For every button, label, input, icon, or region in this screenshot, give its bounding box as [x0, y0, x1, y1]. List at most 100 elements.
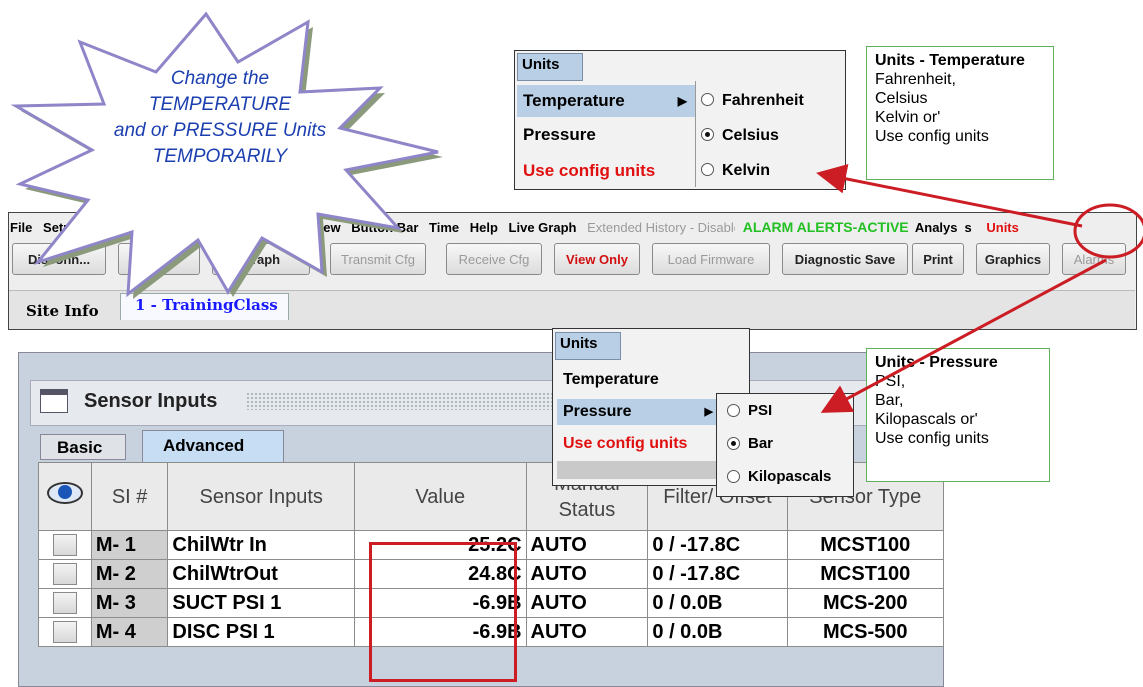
menu-analysis[interactable]: Analys s — [915, 220, 979, 235]
scan-button[interactable]: Scan — [118, 243, 200, 275]
menu-bottom-strip — [557, 461, 717, 479]
menu-item-label: Pressure — [563, 403, 632, 420]
menu-file[interactable]: File — [10, 220, 32, 235]
app-menubar: File Setup C Res ar W ce View Button Bar… — [10, 219, 1135, 241]
starburst-line: TEMPERATURE — [148, 94, 292, 115]
radio-label: PSI — [748, 402, 773, 419]
menu-help[interactable]: Help — [470, 220, 498, 235]
radio-label: Bar — [748, 435, 774, 452]
menu-item-use-config-units[interactable]: Use config units — [523, 161, 655, 181]
value-column-header[interactable]: Value — [354, 462, 527, 531]
radio-icon — [727, 469, 740, 483]
radio-psi[interactable]: PSI — [727, 402, 772, 419]
graphics-button[interactable]: Graphics — [976, 243, 1050, 275]
menu-setup[interactable]: Setup — [43, 220, 79, 235]
view-only-button[interactable]: View Only — [554, 243, 640, 275]
menu-item-pressure[interactable]: Pressure ▶ — [557, 399, 719, 425]
row-checkbox-cell — [38, 588, 92, 618]
callout-line: Use config units — [875, 128, 989, 145]
radio-celsius[interactable]: Celsius — [701, 127, 779, 145]
radio-selected-icon — [727, 436, 740, 450]
offset-cell: 0 / 0.0B — [647, 617, 788, 647]
callout-line: Bar, — [875, 392, 904, 409]
menu-item-use-config-units[interactable]: Use config units — [563, 435, 687, 453]
callout-line: Use config units — [875, 430, 989, 447]
radio-icon — [727, 403, 740, 417]
menu-view[interactable]: View — [311, 220, 340, 235]
radio-label: Celsius — [722, 127, 779, 144]
radio-kelvin[interactable]: Kelvin — [701, 162, 770, 180]
print-button[interactable]: Print — [912, 243, 964, 275]
transmit-cfg-button[interactable]: Transmit Cfg — [330, 243, 426, 275]
menu-item-temperature[interactable]: Temperature — [563, 371, 659, 389]
units-menu-title[interactable]: Units — [517, 53, 583, 81]
radio-kilopascals[interactable]: Kilopascals — [727, 468, 831, 485]
starburst-line: TEMPORARILY — [152, 146, 288, 167]
si-column-header[interactable]: SI # — [90, 462, 169, 531]
menu-ce[interactable]: ce — [289, 220, 303, 235]
row-checkbox[interactable] — [52, 621, 77, 644]
menu-analysis-label: Analys — [914, 220, 958, 235]
callout-line: PSI, — [875, 373, 906, 390]
menu-analysis-tail: s — [964, 220, 972, 235]
status-cell: AUTO — [525, 588, 649, 618]
menu-w[interactable]: W — [233, 220, 245, 235]
starburst-text: Change the TEMPERATURE and or PRESSURE U… — [70, 66, 370, 170]
menu-c[interactable]: C — [90, 220, 99, 235]
si-cell: M- 4 — [90, 617, 169, 647]
pressure-submenu: PSI Bar Kilopascals — [716, 393, 854, 497]
tab-basic[interactable]: Basic — [40, 434, 126, 460]
radio-fahrenheit[interactable]: Fahrenheit — [701, 92, 804, 110]
sensor-inputs-column-header[interactable]: Sensor Inputs — [167, 462, 356, 531]
value-column-highlight — [369, 542, 517, 682]
menu-res[interactable]: Res — [143, 220, 167, 235]
radio-selected-icon — [701, 128, 714, 142]
graph-button[interactable]: Graph — [212, 243, 310, 275]
units-menu-title[interactable]: Units — [555, 332, 621, 360]
sensor-name-cell: ChilWtrOut — [167, 559, 356, 589]
menu-live-graph[interactable]: Live Graph — [509, 220, 577, 235]
diagnostic-save-button[interactable]: Diagnostic Save — [782, 243, 908, 275]
starburst-line: and or PRESSURE Units — [113, 120, 327, 141]
receive-cfg-button[interactable]: Receive Cfg — [446, 243, 542, 275]
alarms-button[interactable]: Alarms — [1062, 243, 1126, 275]
menu-item-pressure[interactable]: Pressure — [523, 125, 596, 145]
radio-label: Kelvin — [722, 162, 771, 179]
temperature-callout: Units - Temperature Fahrenheit, Celsius … — [866, 46, 1054, 180]
radio-bar[interactable]: Bar — [727, 435, 773, 452]
callout-line: Celsius — [875, 90, 928, 107]
visibility-column-header[interactable] — [38, 462, 92, 531]
row-checkbox[interactable] — [52, 592, 77, 615]
tab-training-class[interactable]: 1 - TrainingClass — [120, 293, 289, 320]
radio-icon — [701, 93, 714, 107]
radio-icon — [701, 163, 714, 177]
offset-cell: 0 / -17.8C — [647, 530, 788, 560]
si-cell: M- 1 — [90, 530, 169, 560]
menu-units[interactable]: Units — [986, 220, 1019, 235]
row-checkbox[interactable] — [52, 563, 77, 586]
callout-line: Fahrenheit, — [875, 71, 956, 88]
row-checkbox-cell — [38, 530, 92, 560]
disconnect-button[interactable]: Disconn... — [12, 243, 106, 275]
panel-header-texture — [246, 392, 576, 410]
load-firmware-button[interactable]: Load Firmware — [652, 243, 770, 275]
callout-title: Units - Temperature — [875, 52, 1025, 69]
tab-advanced[interactable]: Advanced — [142, 430, 284, 462]
row-checkbox[interactable] — [52, 534, 77, 557]
tab-site-info[interactable]: Site Info — [26, 302, 99, 320]
submenu-divider — [695, 81, 696, 187]
menu-ar[interactable]: ar — [210, 220, 222, 235]
status-cell: AUTO — [525, 559, 649, 589]
menu-time[interactable]: Time — [429, 220, 459, 235]
sensor-name-cell: ChilWtr In — [167, 530, 356, 560]
menu-extended-history[interactable]: Extended History - Disable — [587, 220, 735, 235]
temperature-units-menu: Units Temperature ▶ Pressure Use config … — [514, 50, 846, 190]
panel-title: Sensor Inputs — [84, 390, 218, 412]
menu-item-temperature[interactable]: Temperature ▶ — [517, 85, 695, 117]
menu-button-bar[interactable]: Button Bar — [351, 220, 418, 235]
radio-label: Kilopascals — [748, 468, 832, 485]
window-icon — [40, 389, 68, 413]
sensor-type-cell: MCST100 — [786, 530, 945, 560]
pressure-callout: Units - Pressure PSI, Bar, Kilopascals o… — [866, 348, 1050, 482]
menu-alarm-alerts[interactable]: ALARM ALERTS-ACTIVE — [743, 219, 909, 235]
